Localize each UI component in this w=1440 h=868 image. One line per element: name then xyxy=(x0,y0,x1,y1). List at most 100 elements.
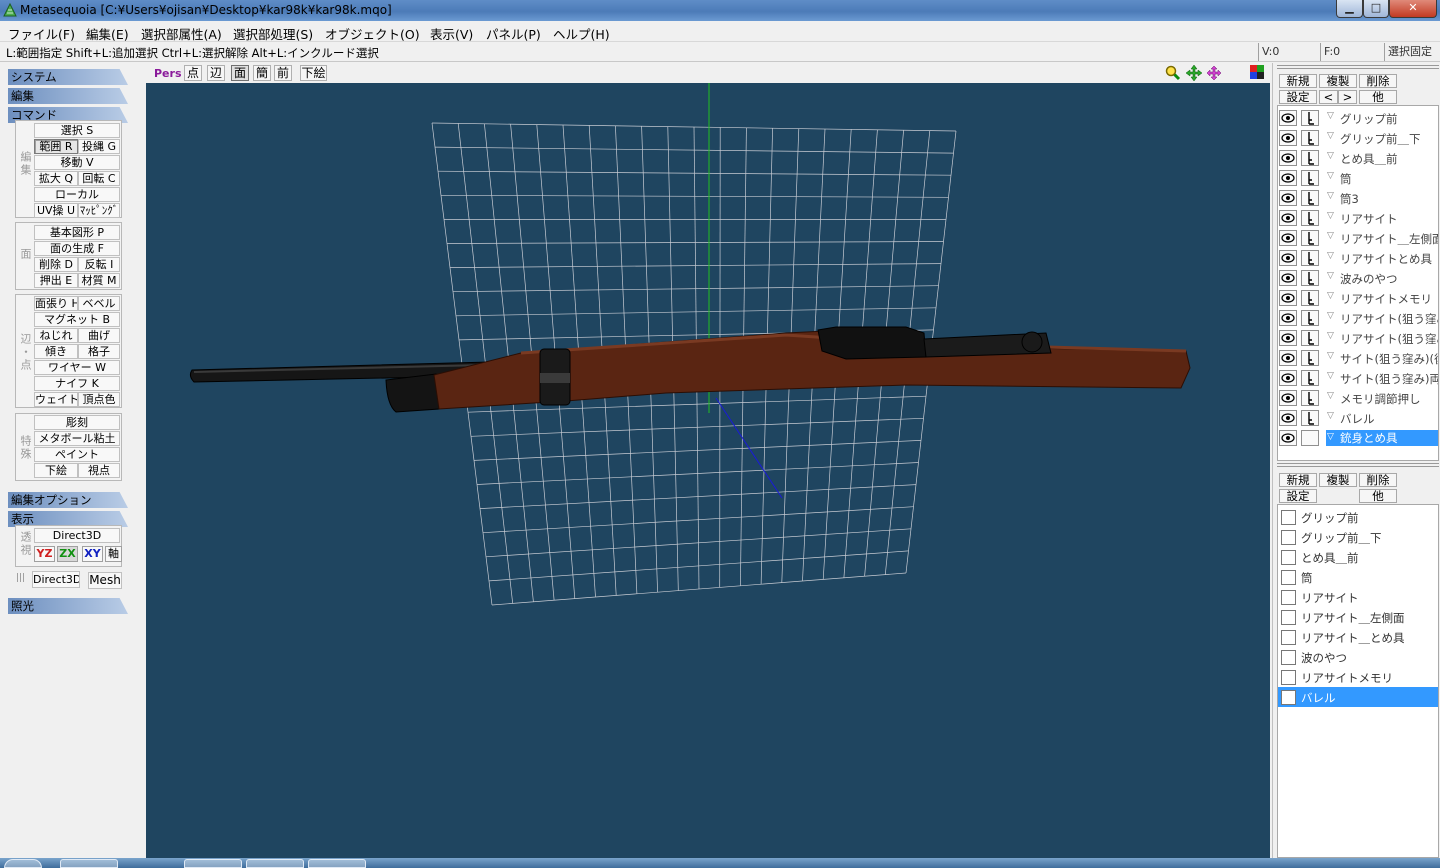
menu-view[interactable]: 表示(V) xyxy=(430,24,473,43)
material-row[interactable]: リアサイト＿とめ具 xyxy=(1278,627,1438,647)
object-other-button[interactable]: 他 xyxy=(1359,90,1397,104)
taskbar-item-app[interactable] xyxy=(308,859,366,868)
xy-view-button[interactable]: XY xyxy=(82,546,103,562)
material-row[interactable]: 筒 xyxy=(1278,567,1438,587)
visibility-eye-icon[interactable] xyxy=(1279,310,1297,326)
expand-triangle-icon[interactable]: ▽ xyxy=(1327,171,1334,181)
flip-button[interactable]: 反転 I xyxy=(78,257,120,272)
twist-button[interactable]: ねじれ xyxy=(34,328,78,343)
visibility-eye-icon[interactable] xyxy=(1279,430,1297,446)
expand-triangle-icon[interactable]: ▽ xyxy=(1327,271,1334,281)
lock-icon[interactable] xyxy=(1301,390,1319,406)
expand-triangle-icon[interactable]: ▽ xyxy=(1327,371,1334,381)
menu-select-attr[interactable]: 選択部属性(A) xyxy=(141,24,222,43)
yz-view-button[interactable]: YZ xyxy=(34,546,55,562)
visibility-eye-icon[interactable] xyxy=(1279,210,1297,226)
rifle-model[interactable] xyxy=(189,326,1191,413)
material-color-swatch[interactable] xyxy=(1281,590,1296,605)
mapping-button[interactable]: ﾏｯﾋﾟﾝｸﾞ xyxy=(78,203,120,218)
object-row[interactable]: ▽ リアサイト＿左側面 xyxy=(1278,228,1438,248)
lock-icon[interactable] xyxy=(1301,330,1319,346)
maximize-button[interactable]: □ xyxy=(1363,0,1389,18)
bevel-button[interactable]: ベベル xyxy=(78,296,120,311)
expand-triangle-icon[interactable]: ▽ xyxy=(1327,351,1334,361)
expand-triangle-icon[interactable]: ▽ xyxy=(1327,191,1334,201)
taskbar-item-metasequoia[interactable] xyxy=(246,859,304,868)
direct3d-toggle[interactable]: Direct3D xyxy=(34,528,120,543)
material-color-swatch[interactable] xyxy=(1281,690,1296,705)
visibility-eye-icon[interactable] xyxy=(1279,350,1297,366)
lock-icon[interactable] xyxy=(1301,410,1319,426)
material-color-swatch[interactable] xyxy=(1281,630,1296,645)
taskbar-item-explorer[interactable] xyxy=(60,859,118,868)
object-row[interactable]: ▽ 筒3 xyxy=(1278,188,1438,208)
material-row[interactable]: バレル xyxy=(1278,687,1438,707)
object-row[interactable]: ▽ リアサイトとめ具 xyxy=(1278,248,1438,268)
expand-triangle-icon[interactable]: ▽ xyxy=(1327,311,1334,321)
bend-button[interactable]: 曲げ xyxy=(78,328,120,343)
lock-icon[interactable] xyxy=(1301,210,1319,226)
object-new-button[interactable]: 新規 xyxy=(1279,74,1317,88)
object-row[interactable]: ▽ 銃身とめ具 xyxy=(1278,428,1438,448)
material-color-swatch[interactable] xyxy=(1281,650,1296,665)
tilt-button[interactable]: 傾き xyxy=(34,344,78,359)
visibility-eye-icon[interactable] xyxy=(1279,410,1297,426)
perspective-toggle[interactable]: Pers xyxy=(154,67,182,80)
expand-triangle-icon[interactable]: ▽ xyxy=(1327,432,1334,442)
material-color-swatch[interactable] xyxy=(1281,530,1296,545)
paint-button[interactable]: ペイント xyxy=(34,447,120,462)
material-row[interactable]: リアサイト＿左側面 xyxy=(1278,607,1438,627)
face-stretch-button[interactable]: 面張り H xyxy=(34,296,78,311)
material-color-swatch[interactable] xyxy=(1281,610,1296,625)
material-button[interactable]: 材質 M xyxy=(78,273,120,288)
visibility-eye-icon[interactable] xyxy=(1279,330,1297,346)
3d-viewport[interactable] xyxy=(146,83,1270,858)
material-row[interactable]: とめ具＿前 xyxy=(1278,547,1438,567)
object-row[interactable]: ▽ メモリ調節押し xyxy=(1278,388,1438,408)
visibility-eye-icon[interactable] xyxy=(1279,230,1297,246)
menu-help[interactable]: ヘルプ(H) xyxy=(553,24,610,43)
object-row[interactable]: ▽ リアサイト(狙う窪み) xyxy=(1278,328,1438,348)
uv-button[interactable]: UV操 U xyxy=(34,203,78,218)
vertex-color-button[interactable]: 頂点色 xyxy=(78,392,120,407)
object-row[interactable]: ▽ とめ具＿前 xyxy=(1278,148,1438,168)
expand-triangle-icon[interactable]: ▽ xyxy=(1327,331,1334,341)
minimize-button[interactable]: ▁ xyxy=(1336,0,1363,18)
material-color-swatch[interactable] xyxy=(1281,550,1296,565)
visibility-eye-icon[interactable] xyxy=(1279,110,1297,126)
object-row[interactable]: ▽ 波みのやつ xyxy=(1278,268,1438,288)
object-next-button[interactable]: > xyxy=(1338,90,1357,104)
material-color-swatch[interactable] xyxy=(1281,670,1296,685)
viewpoint-button[interactable]: 視点 xyxy=(78,463,120,478)
material-color-swatch[interactable] xyxy=(1281,570,1296,585)
mesh-button[interactable]: Mesh xyxy=(88,572,122,589)
material-row[interactable]: グリップ前＿下 xyxy=(1278,527,1438,547)
pan-icon[interactable] xyxy=(1186,65,1202,81)
material-other-button[interactable]: 他 xyxy=(1359,489,1397,503)
scale-button[interactable]: 拡大 Q xyxy=(34,171,78,186)
rotate-view-icon[interactable] xyxy=(1206,65,1222,81)
simple-mode-button[interactable]: 簡 xyxy=(253,65,271,81)
local-button[interactable]: ローカル xyxy=(34,187,120,202)
visibility-eye-icon[interactable] xyxy=(1279,290,1297,306)
menu-object[interactable]: オブジェクト(O) xyxy=(325,24,420,43)
material-row[interactable]: リアサイトメモリ xyxy=(1278,667,1438,687)
section-edit-option[interactable]: 編集オプション xyxy=(8,492,128,508)
object-row[interactable]: ▽ バレル xyxy=(1278,408,1438,428)
expand-triangle-icon[interactable]: ▽ xyxy=(1327,151,1334,161)
visibility-eye-icon[interactable] xyxy=(1279,150,1297,166)
lock-icon[interactable] xyxy=(1301,130,1319,146)
visibility-eye-icon[interactable] xyxy=(1279,390,1297,406)
material-copy-button[interactable]: 複製 xyxy=(1319,473,1357,487)
weight-button[interactable]: ウェイト xyxy=(34,392,78,407)
zx-view-button[interactable]: ZX xyxy=(57,546,78,562)
knife-button[interactable]: ナイフ K xyxy=(34,376,120,391)
visibility-eye-icon[interactable] xyxy=(1279,250,1297,266)
object-copy-button[interactable]: 複製 xyxy=(1319,74,1357,88)
lock-icon[interactable] xyxy=(1301,110,1319,126)
direct3d-button[interactable]: Direct3D xyxy=(32,571,80,588)
lock-icon[interactable] xyxy=(1301,170,1319,186)
select-fixed-toggle[interactable]: 選択固定 xyxy=(1384,43,1440,61)
magnet-button[interactable]: マグネット B xyxy=(34,312,120,327)
object-panel-grip[interactable] xyxy=(1277,65,1439,69)
